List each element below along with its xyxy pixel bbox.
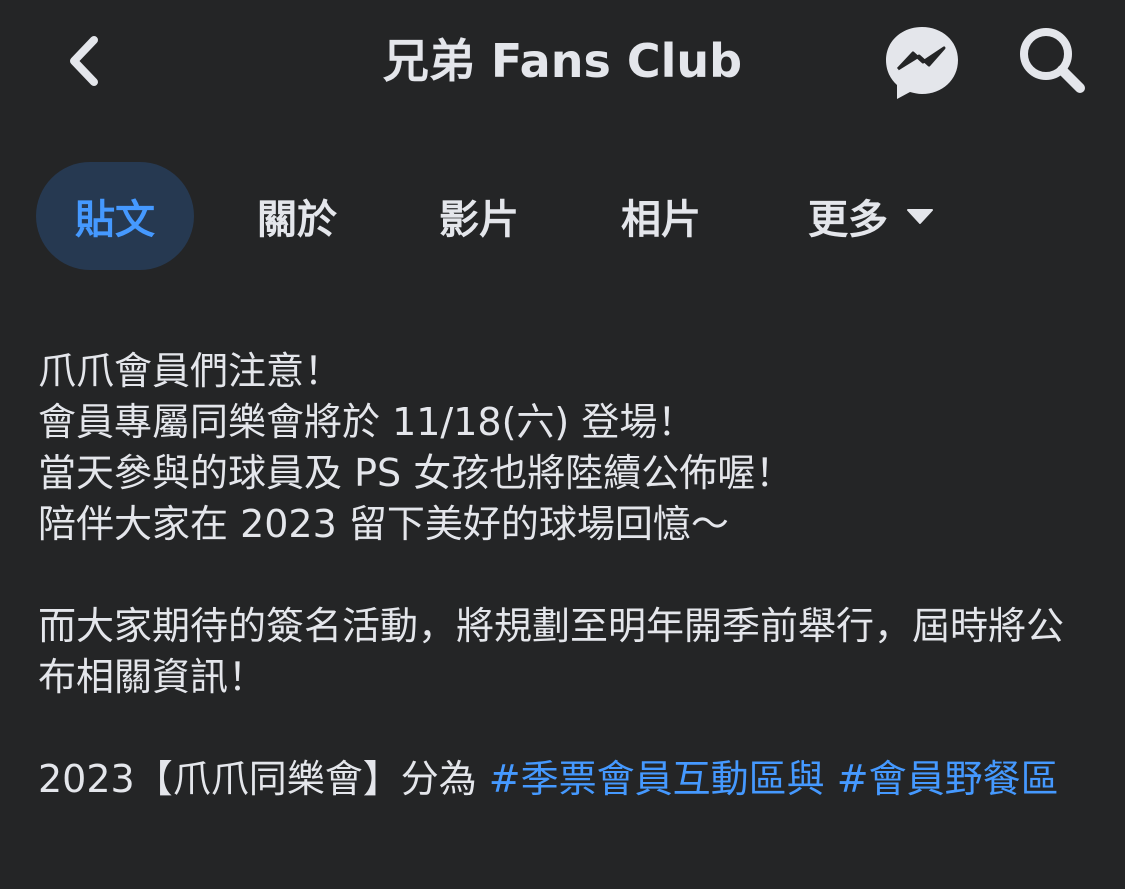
tab-videos[interactable]: 影片 [414,162,544,270]
messenger-icon [886,27,958,99]
chevron-left-icon [70,36,98,86]
post-line: 爪爪會員們注意！ [38,349,343,393]
post-line: 會員專屬同樂會將於 11/18(六) 登場！ [38,400,696,444]
tab-posts[interactable]: 貼文 [36,162,194,270]
search-icon [1020,28,1085,93]
page-tabs: 貼文 關於 影片 相片 更多 [0,162,1125,272]
search-button[interactable] [1014,24,1092,100]
page-title: 兄弟 Fans Club [382,34,743,88]
tab-photos[interactable]: 相片 [596,162,726,270]
hashtag-link[interactable]: #季票會員互動區與 [489,757,825,801]
tab-about[interactable]: 關於 [232,162,362,270]
post-line: 陪伴大家在 2023 留下美好的球場回憶～ [38,502,729,546]
hashtag-link[interactable]: #會員野餐區 [837,757,1059,801]
tab-more[interactable]: 更多 [786,162,956,270]
post-paragraph: 而大家期待的簽名活動，將規劃至明年開季前舉行，屆時將公布相關資訊！ [38,604,1065,699]
tab-more-label: 更多 [808,197,888,243]
top-bar: 兄弟 Fans Club [0,0,1125,125]
post-line: 當天參與的球員及 PS 女孩也將陸續公佈喔！ [38,451,794,495]
post-text: 2023【爪爪同樂會】分為 [38,757,489,801]
post-body: 爪爪會員們注意！ 會員專屬同樂會將於 11/18(六) 登場！ 當天參與的球員及… [38,346,1098,805]
caret-down-icon [906,207,934,225]
post-paragraph: 2023【爪爪同樂會】分為 #季票會員互動區與 #會員野餐區 [38,754,1098,805]
messenger-button[interactable] [882,22,962,102]
back-button[interactable] [56,30,112,92]
